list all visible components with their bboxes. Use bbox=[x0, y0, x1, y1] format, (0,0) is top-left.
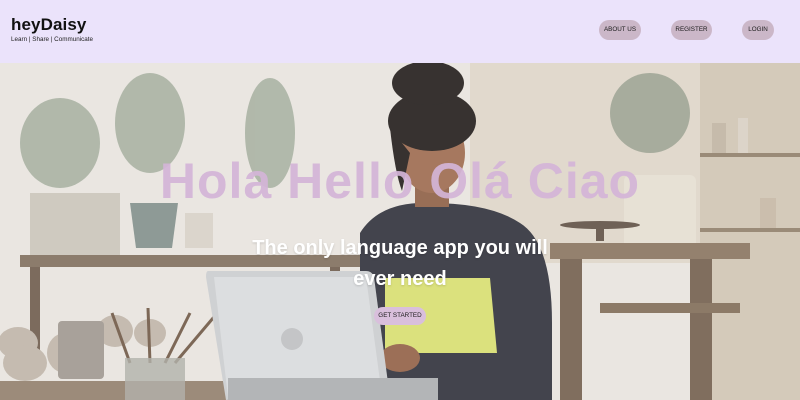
register-button[interactable]: REGISTER bbox=[671, 20, 712, 40]
hero-headline: Hola Hello Olá Ciao bbox=[159, 153, 641, 209]
login-button[interactable]: LOGIN bbox=[742, 20, 774, 40]
hero-background-image bbox=[0, 63, 800, 400]
site-header: heyDaisy Learn | Share | Communicate ABO… bbox=[0, 0, 800, 63]
hero-subheadline: The only language app you will ever need bbox=[252, 237, 548, 290]
brand-logo[interactable]: heyDaisy Learn | Share | Communicate bbox=[11, 15, 93, 44]
hero-section: Hola Hello Olá Ciao The only language ap… bbox=[0, 63, 800, 400]
brand-tagline: Learn | Share | Communicate bbox=[11, 36, 94, 43]
get-started-button[interactable]: GET STARTED bbox=[374, 307, 426, 325]
brand-name: heyDaisy bbox=[11, 15, 87, 34]
about-us-button[interactable]: ABOUT US bbox=[599, 20, 641, 40]
